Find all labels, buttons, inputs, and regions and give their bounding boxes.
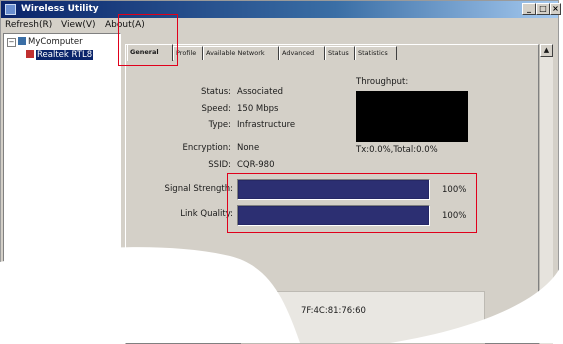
speed-value: 150 Mbps xyxy=(237,104,279,114)
type-value: Infrastructure xyxy=(237,120,296,130)
computer-icon xyxy=(18,37,26,45)
scroll-up-icon[interactable]: ▲ xyxy=(540,44,553,57)
tab-status[interactable]: Status xyxy=(325,46,355,60)
tab-statistics[interactable]: Statistics xyxy=(355,46,397,60)
signal-strength-label: Signal Strength: xyxy=(164,184,233,194)
ssid-label: SSID: xyxy=(208,160,231,170)
status-label: Status: xyxy=(201,87,231,97)
tree-item-adapter[interactable]: Realtek RTL8 xyxy=(26,50,94,60)
collapse-icon[interactable]: − xyxy=(7,38,16,47)
link-quality-label: Link Quality: xyxy=(180,209,233,219)
tree-item-mycomputer[interactable]: − MyComputer xyxy=(7,37,83,47)
tab-advanced[interactable]: Advanced xyxy=(279,46,325,60)
throughput-label: Throughput: xyxy=(356,77,409,87)
speed-label: Speed: xyxy=(201,104,231,114)
close-button[interactable]: × xyxy=(550,3,561,15)
encryption-label: Encryption: xyxy=(182,143,232,153)
tab-highlight-callout xyxy=(118,14,178,66)
throughput-graph xyxy=(356,91,468,142)
menu-view[interactable]: View(V) xyxy=(61,20,96,30)
signal-highlight-callout xyxy=(227,173,477,233)
vertical-scrollbar[interactable]: ▲ xyxy=(539,44,553,344)
menu-bar: Refresh(R) View(V) About(A) xyxy=(1,18,558,32)
menu-refresh[interactable]: Refresh(R) xyxy=(5,20,52,30)
maximize-button[interactable]: □ xyxy=(536,3,550,15)
tab-available-network[interactable]: Available Network xyxy=(203,46,279,60)
app-icon xyxy=(5,4,16,15)
encryption-value: None xyxy=(237,143,260,153)
network-adapter-icon xyxy=(26,50,34,58)
mac-address: 7F:4C:81:76:60 xyxy=(301,306,366,316)
main-window: Wireless Utility _ □ × Refresh(R) View(V… xyxy=(0,0,561,344)
type-label: Type: xyxy=(208,120,231,130)
minimize-button[interactable]: _ xyxy=(522,3,536,15)
window-title: Wireless Utility xyxy=(21,4,99,14)
status-value: Associated xyxy=(237,87,284,97)
ssid-value: CQR-980 xyxy=(237,160,275,170)
throughput-value: Tx:0.0%,Total:0.0% xyxy=(356,145,438,155)
device-tree: − MyComputer Realtek RTL8 xyxy=(3,33,121,343)
network-info-box xyxy=(241,291,485,344)
title-bar[interactable]: Wireless Utility _ □ × xyxy=(1,1,561,18)
